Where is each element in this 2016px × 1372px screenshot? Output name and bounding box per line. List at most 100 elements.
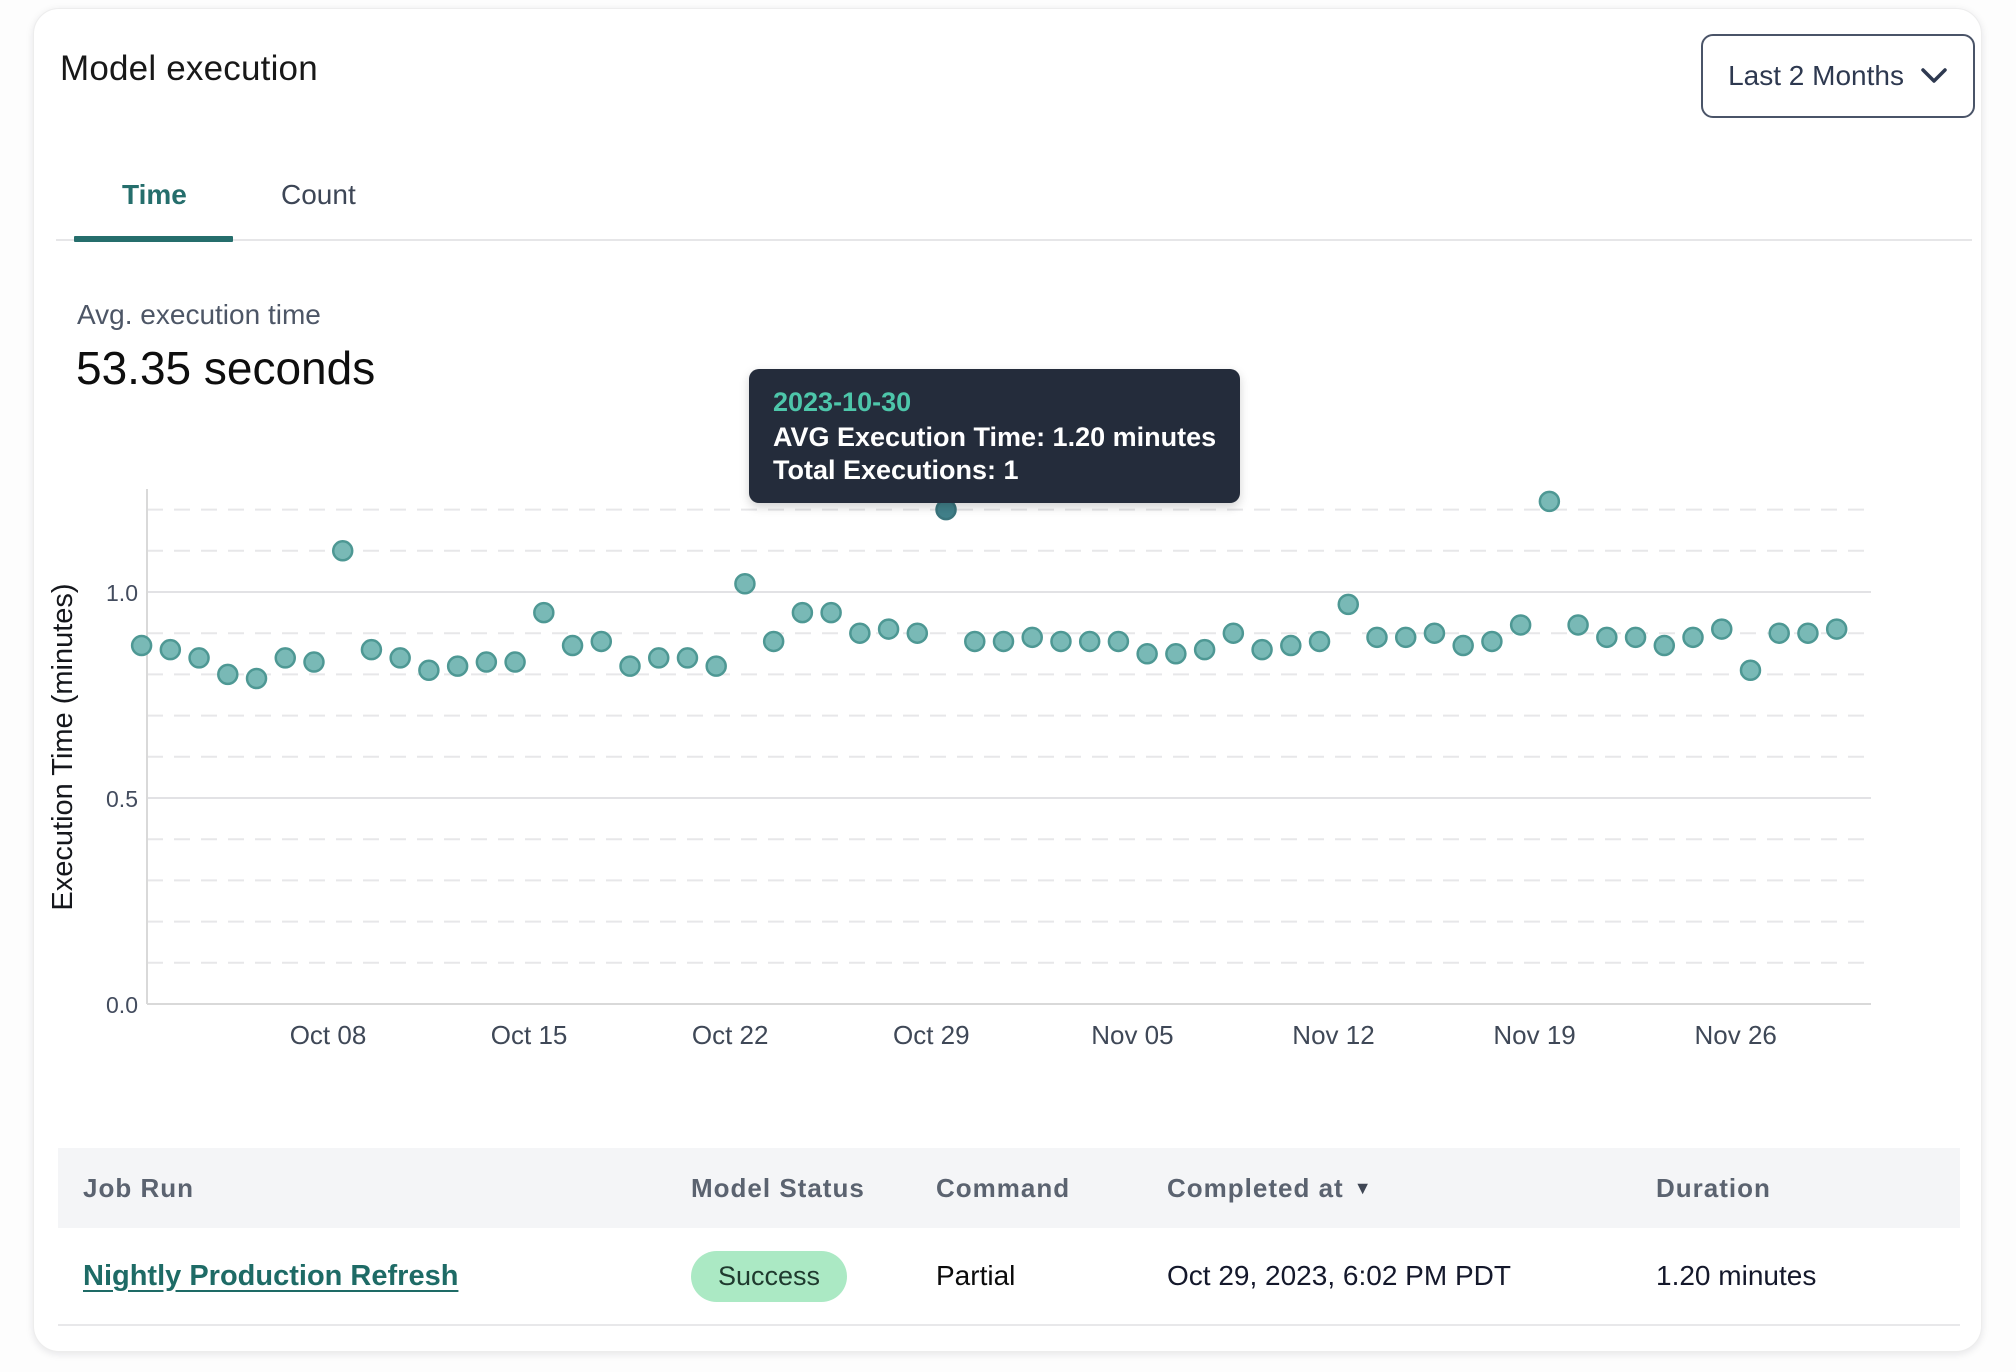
sort-descending-icon[interactable]: ▼ xyxy=(1354,1179,1373,1197)
data-point[interactable] xyxy=(621,657,640,676)
tab-count[interactable]: Count xyxy=(281,179,353,211)
data-point[interactable] xyxy=(1712,620,1731,639)
data-point[interactable] xyxy=(534,603,553,622)
data-point[interactable] xyxy=(1741,661,1760,680)
data-point[interactable] xyxy=(764,632,783,651)
data-point[interactable] xyxy=(1396,628,1415,647)
data-point[interactable] xyxy=(1454,636,1473,655)
active-tab-underline xyxy=(74,236,233,242)
duration-cell: 1.20 minutes xyxy=(1656,1260,1960,1292)
data-point[interactable] xyxy=(190,648,209,667)
column-header-command[interactable]: Command xyxy=(936,1173,1167,1204)
data-point[interactable] xyxy=(477,653,496,672)
x-tick-label: Nov 19 xyxy=(1493,1020,1575,1050)
job-run-link[interactable]: Nightly Production Refresh xyxy=(83,1260,458,1293)
column-header-completed-at[interactable]: Completed at ▼ xyxy=(1167,1173,1656,1204)
data-point[interactable] xyxy=(304,653,323,672)
data-point[interactable] xyxy=(276,648,295,667)
status-badge: Success xyxy=(691,1251,847,1302)
data-point[interactable] xyxy=(1655,636,1674,655)
x-tick-label: Oct 08 xyxy=(290,1020,367,1050)
data-point[interactable] xyxy=(1798,624,1817,643)
date-range-dropdown[interactable]: Last 2 Months xyxy=(1701,34,1975,118)
completed-at-cell: Oct 29, 2023, 6:02 PM PDT xyxy=(1167,1260,1656,1292)
data-point[interactable] xyxy=(649,648,668,667)
data-point[interactable] xyxy=(563,636,582,655)
avg-execution-time-value: 53.35 seconds xyxy=(76,341,375,395)
data-point[interactable] xyxy=(592,632,611,651)
data-point[interactable] xyxy=(1482,632,1501,651)
data-point[interactable] xyxy=(1051,632,1070,651)
data-point[interactable] xyxy=(1770,624,1789,643)
y-axis-title: Execution Time (minutes) xyxy=(47,583,79,910)
x-tick-label: Oct 15 xyxy=(491,1020,568,1050)
chevron-down-icon xyxy=(1920,67,1948,85)
data-point[interactable] xyxy=(419,661,438,680)
data-point[interactable] xyxy=(1367,628,1386,647)
data-point[interactable] xyxy=(1597,628,1616,647)
table-row: Nightly Production Refresh Success Parti… xyxy=(58,1228,1960,1326)
data-point[interactable] xyxy=(1195,640,1214,659)
data-point[interactable] xyxy=(506,653,525,672)
y-tick-label: 0.5 xyxy=(106,786,138,812)
data-point[interactable] xyxy=(1109,632,1128,651)
avg-execution-time-label: Avg. execution time xyxy=(77,299,321,331)
data-point[interactable] xyxy=(448,657,467,676)
data-point[interactable] xyxy=(1023,628,1042,647)
tooltip-date: 2023-10-30 xyxy=(773,383,1216,421)
data-point[interactable] xyxy=(1425,624,1444,643)
y-tick-label: 1.0 xyxy=(106,580,138,606)
data-point[interactable] xyxy=(1540,492,1559,511)
data-point[interactable] xyxy=(333,541,352,560)
data-point[interactable] xyxy=(1684,628,1703,647)
data-point[interactable] xyxy=(1166,644,1185,663)
table-header-row: Job Run Model Status Command Completed a… xyxy=(58,1148,1960,1228)
x-tick-label: Oct 22 xyxy=(692,1020,769,1050)
data-point[interactable] xyxy=(707,657,726,676)
data-point[interactable] xyxy=(1569,615,1588,634)
data-point[interactable] xyxy=(965,632,984,651)
data-point[interactable] xyxy=(908,624,927,643)
data-point[interactable] xyxy=(1827,620,1846,639)
column-header-job-run[interactable]: Job Run xyxy=(83,1173,691,1204)
data-point[interactable] xyxy=(678,648,697,667)
data-point[interactable] xyxy=(879,620,898,639)
tab-divider xyxy=(56,239,1972,241)
tooltip-avg-execution-time: AVG Execution Time: 1.20 minutes xyxy=(773,421,1216,454)
command-cell: Partial xyxy=(936,1260,1167,1292)
data-point[interactable] xyxy=(822,603,841,622)
data-point[interactable] xyxy=(1310,632,1329,651)
x-tick-label: Nov 12 xyxy=(1292,1020,1374,1050)
data-point[interactable] xyxy=(1138,644,1157,663)
date-range-label: Last 2 Months xyxy=(1728,60,1904,92)
tab-bar: Time Count xyxy=(34,169,1981,241)
data-point[interactable] xyxy=(1339,595,1358,614)
data-point[interactable] xyxy=(132,636,151,655)
data-point[interactable] xyxy=(1224,624,1243,643)
tab-time[interactable]: Time xyxy=(122,179,184,211)
model-execution-card: Model execution Last 2 Months Time Count… xyxy=(33,8,1982,1352)
data-point[interactable] xyxy=(994,632,1013,651)
data-point[interactable] xyxy=(247,669,266,688)
data-point[interactable] xyxy=(793,603,812,622)
data-point[interactable] xyxy=(1080,632,1099,651)
data-point[interactable] xyxy=(218,665,237,684)
x-tick-label: Oct 29 xyxy=(893,1020,970,1050)
data-point[interactable] xyxy=(850,624,869,643)
column-header-duration[interactable]: Duration xyxy=(1656,1173,1960,1204)
data-point[interactable] xyxy=(161,640,180,659)
y-tick-label: 0.0 xyxy=(106,992,138,1018)
data-point[interactable] xyxy=(735,574,754,593)
data-point[interactable] xyxy=(1253,640,1272,659)
data-point[interactable] xyxy=(391,648,410,667)
data-point[interactable] xyxy=(1511,615,1530,634)
chart-tooltip: 2023-10-30 AVG Execution Time: 1.20 minu… xyxy=(749,369,1240,503)
tooltip-total-executions: Total Executions: 1 xyxy=(773,454,1216,487)
page-title: Model execution xyxy=(60,49,318,89)
data-point[interactable] xyxy=(1626,628,1645,647)
data-point[interactable] xyxy=(362,640,381,659)
column-header-model-status[interactable]: Model Status xyxy=(691,1173,936,1204)
data-point[interactable] xyxy=(1281,636,1300,655)
x-tick-label: Nov 05 xyxy=(1091,1020,1173,1050)
x-tick-label: Nov 26 xyxy=(1695,1020,1777,1050)
